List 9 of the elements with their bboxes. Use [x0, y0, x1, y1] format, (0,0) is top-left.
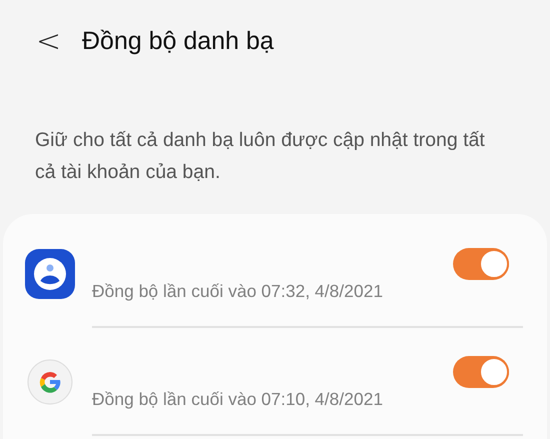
sync-toggle[interactable]: [453, 356, 509, 388]
description-text: Giữ cho tất cả danh bạ luôn được cập nhật trong tất cả tài khoản của bạn.: [34, 128, 486, 185]
sync-toggle[interactable]: [453, 248, 509, 280]
page-title: Đồng bộ danh bạ: [82, 26, 274, 58]
google-icon: [27, 359, 73, 405]
last-sync-text: Đồng bộ lần cuối vào 07:32, 4/8/2021: [92, 280, 384, 303]
contacts-icon: [25, 249, 75, 299]
last-sync-text: Đồng bộ lần cuối vào 07:10, 4/8/2021: [92, 388, 384, 411]
back-button[interactable]: <: [36, 27, 60, 57]
